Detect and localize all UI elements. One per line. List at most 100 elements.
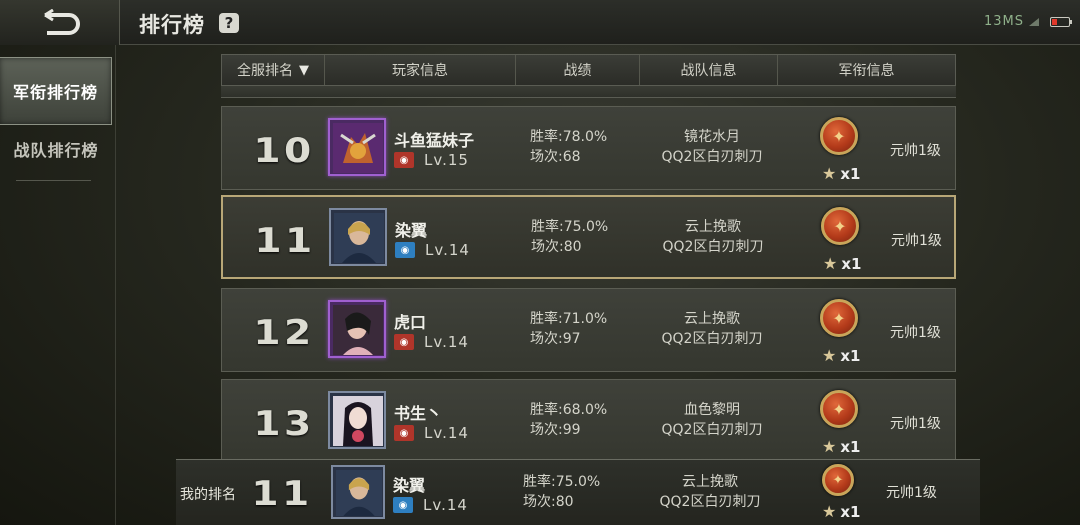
player-avatar[interactable]	[328, 391, 386, 449]
battery-icon	[1050, 16, 1072, 27]
ping-text: 13MS	[983, 14, 1024, 29]
military-rank-title: 元帅1级	[890, 416, 941, 432]
camp-badge-icon: ◉	[395, 242, 415, 258]
team-server: QQ2区白刃刺刀	[661, 331, 763, 347]
table-row-partial	[221, 86, 956, 98]
record: 胜率:78.0% 场次:68	[530, 127, 607, 167]
my-team-name: 云上挽歌	[682, 474, 738, 490]
my-match-count: 场次:80	[523, 494, 574, 510]
player-name: 染翼	[395, 221, 428, 240]
player-name: 虎口	[394, 313, 427, 332]
table-row[interactable]: 10 斗鱼猛妹子 ◉ Lv.15 胜率:78.0% 场次:68 镜花水月 QQ2…	[221, 106, 956, 190]
my-rank-label: 我的排名	[180, 487, 236, 503]
my-rank-number: 11	[251, 474, 313, 514]
win-rate: 胜率:78.0%	[530, 129, 608, 145]
level-row: ◉ Lv.14	[394, 424, 469, 442]
team-info[interactable]: 镜花水月 QQ2区白刃刺刀	[642, 127, 782, 167]
table-row-self[interactable]: 11 染翼 ◉ Lv.14 胜率:75.0% 场次:80 云上挽歌 QQ2区白刃…	[221, 195, 956, 279]
star-multiplier: x1	[840, 346, 861, 365]
star-icon: ★	[822, 164, 837, 183]
dragon-avatar-icon	[333, 123, 383, 173]
column-player-info: 玩家信息	[325, 55, 516, 85]
win-rate: 胜率:68.0%	[530, 402, 608, 418]
status-area: 13MS	[983, 14, 1072, 29]
back-button[interactable]	[0, 0, 120, 45]
win-rate: 胜率:75.0%	[531, 219, 609, 235]
my-level-row: ◉ Lv.14	[393, 496, 468, 514]
player-avatar[interactable]	[328, 300, 386, 358]
player-name: 斗鱼猛妹子	[394, 131, 475, 150]
match-count: 场次:97	[530, 331, 581, 347]
marshal-medal-icon: ✦	[821, 207, 859, 245]
team-info[interactable]: 云上挽歌 QQ2区白刃刺刀	[643, 217, 783, 257]
marshal-medal-icon: ✦	[820, 117, 858, 155]
my-military-rank-title: 元帅1级	[886, 485, 937, 501]
team-info[interactable]: 血色黎明 QQ2区白刃刺刀	[642, 400, 782, 440]
sidebar-divider	[16, 180, 91, 181]
rank-number: 10	[253, 131, 315, 171]
marshal-medal-icon: ✦	[822, 464, 854, 496]
win-rate: 胜率:71.0%	[530, 311, 608, 327]
star-count: ★ x1	[822, 346, 860, 365]
rank-number: 13	[253, 404, 315, 444]
my-rank-bar: 我的排名 11 染翼 ◉ Lv.14 胜率:75.0% 场次:80 云上挽歌 Q…	[176, 459, 980, 525]
table-row[interactable]: 12 虎口 ◉ Lv.14 胜率:71.0% 场次:97 云上挽歌 QQ2区白刃…	[221, 288, 956, 372]
star-count: ★ x1	[823, 254, 861, 273]
star-icon: ★	[822, 502, 837, 521]
table-row[interactable]: 13 书生丶 ◉ Lv.14 胜率:68.0% 场次:99 血色黎明 QQ2区白…	[221, 379, 956, 463]
player-name: 书生丶	[394, 404, 443, 423]
column-label: 全服排名	[237, 63, 293, 79]
star-multiplier: x1	[841, 254, 862, 273]
marshal-medal-icon: ✦	[820, 390, 858, 428]
my-star-multiplier: x1	[840, 502, 861, 521]
star-multiplier: x1	[840, 164, 861, 183]
match-count: 场次:68	[530, 149, 581, 165]
player-avatar[interactable]	[329, 208, 387, 266]
team-name: 血色黎明	[684, 402, 740, 418]
tab-team-leaderboard[interactable]: 战队排行榜	[0, 115, 112, 183]
level-row: ◉ Lv.14	[394, 333, 469, 351]
player-avatar[interactable]	[328, 118, 386, 176]
star-count: ★ x1	[822, 437, 860, 456]
match-count: 场次:99	[530, 422, 581, 438]
star-icon: ★	[822, 437, 837, 456]
top-bar: 排行榜 ? 13MS	[0, 0, 1080, 45]
military-rank-title: 元帅1级	[890, 143, 941, 159]
character-avatar-icon	[333, 305, 383, 355]
column-team-info: 战队信息	[640, 55, 778, 85]
my-team-info[interactable]: 云上挽歌 QQ2区白刃刺刀	[640, 472, 780, 512]
team-info[interactable]: 云上挽歌 QQ2区白刃刺刀	[642, 309, 782, 349]
my-team-server: QQ2区白刃刺刀	[659, 494, 761, 510]
column-record: 战绩	[516, 55, 640, 85]
team-name: 云上挽歌	[685, 219, 741, 235]
my-avatar[interactable]	[331, 465, 385, 519]
military-rank-title: 元帅1级	[890, 325, 941, 341]
table-header: 全服排名 ▼ 玩家信息 战绩 战队信息 军衔信息	[221, 54, 956, 86]
level-row: ◉ Lv.14	[395, 241, 470, 259]
player-level: Lv.14	[424, 333, 469, 351]
sort-down-icon[interactable]: ▼	[299, 63, 309, 78]
rank-number: 12	[253, 313, 315, 353]
record: 胜率:75.0% 场次:80	[531, 217, 608, 257]
camp-badge-icon: ◉	[394, 152, 414, 168]
level-row: ◉ Lv.15	[394, 151, 469, 169]
player-level: Lv.14	[424, 424, 469, 442]
match-count: 场次:80	[531, 239, 582, 255]
question-icon[interactable]: ?	[219, 13, 239, 33]
record: 胜率:71.0% 场次:97	[530, 309, 607, 349]
sidebar: 军衔排行榜 战队排行榜	[0, 45, 118, 525]
camp-badge-icon: ◉	[394, 334, 414, 350]
back-arrow-icon	[43, 8, 80, 35]
record: 胜率:68.0% 场次:99	[530, 400, 607, 440]
star-count: ★ x1	[822, 164, 860, 183]
team-name: 镜花水月	[684, 129, 740, 145]
soldier-avatar-icon	[336, 470, 382, 516]
marshal-medal-icon: ✦	[820, 299, 858, 337]
player-level: Lv.14	[425, 241, 470, 259]
column-server-rank[interactable]: 全服排名 ▼	[222, 55, 325, 85]
star-multiplier: x1	[840, 437, 861, 456]
my-record: 胜率:75.0% 场次:80	[523, 472, 600, 512]
team-name: 云上挽歌	[684, 311, 740, 327]
my-player-name: 染翼	[393, 476, 426, 495]
sidebar-edge	[115, 45, 116, 525]
